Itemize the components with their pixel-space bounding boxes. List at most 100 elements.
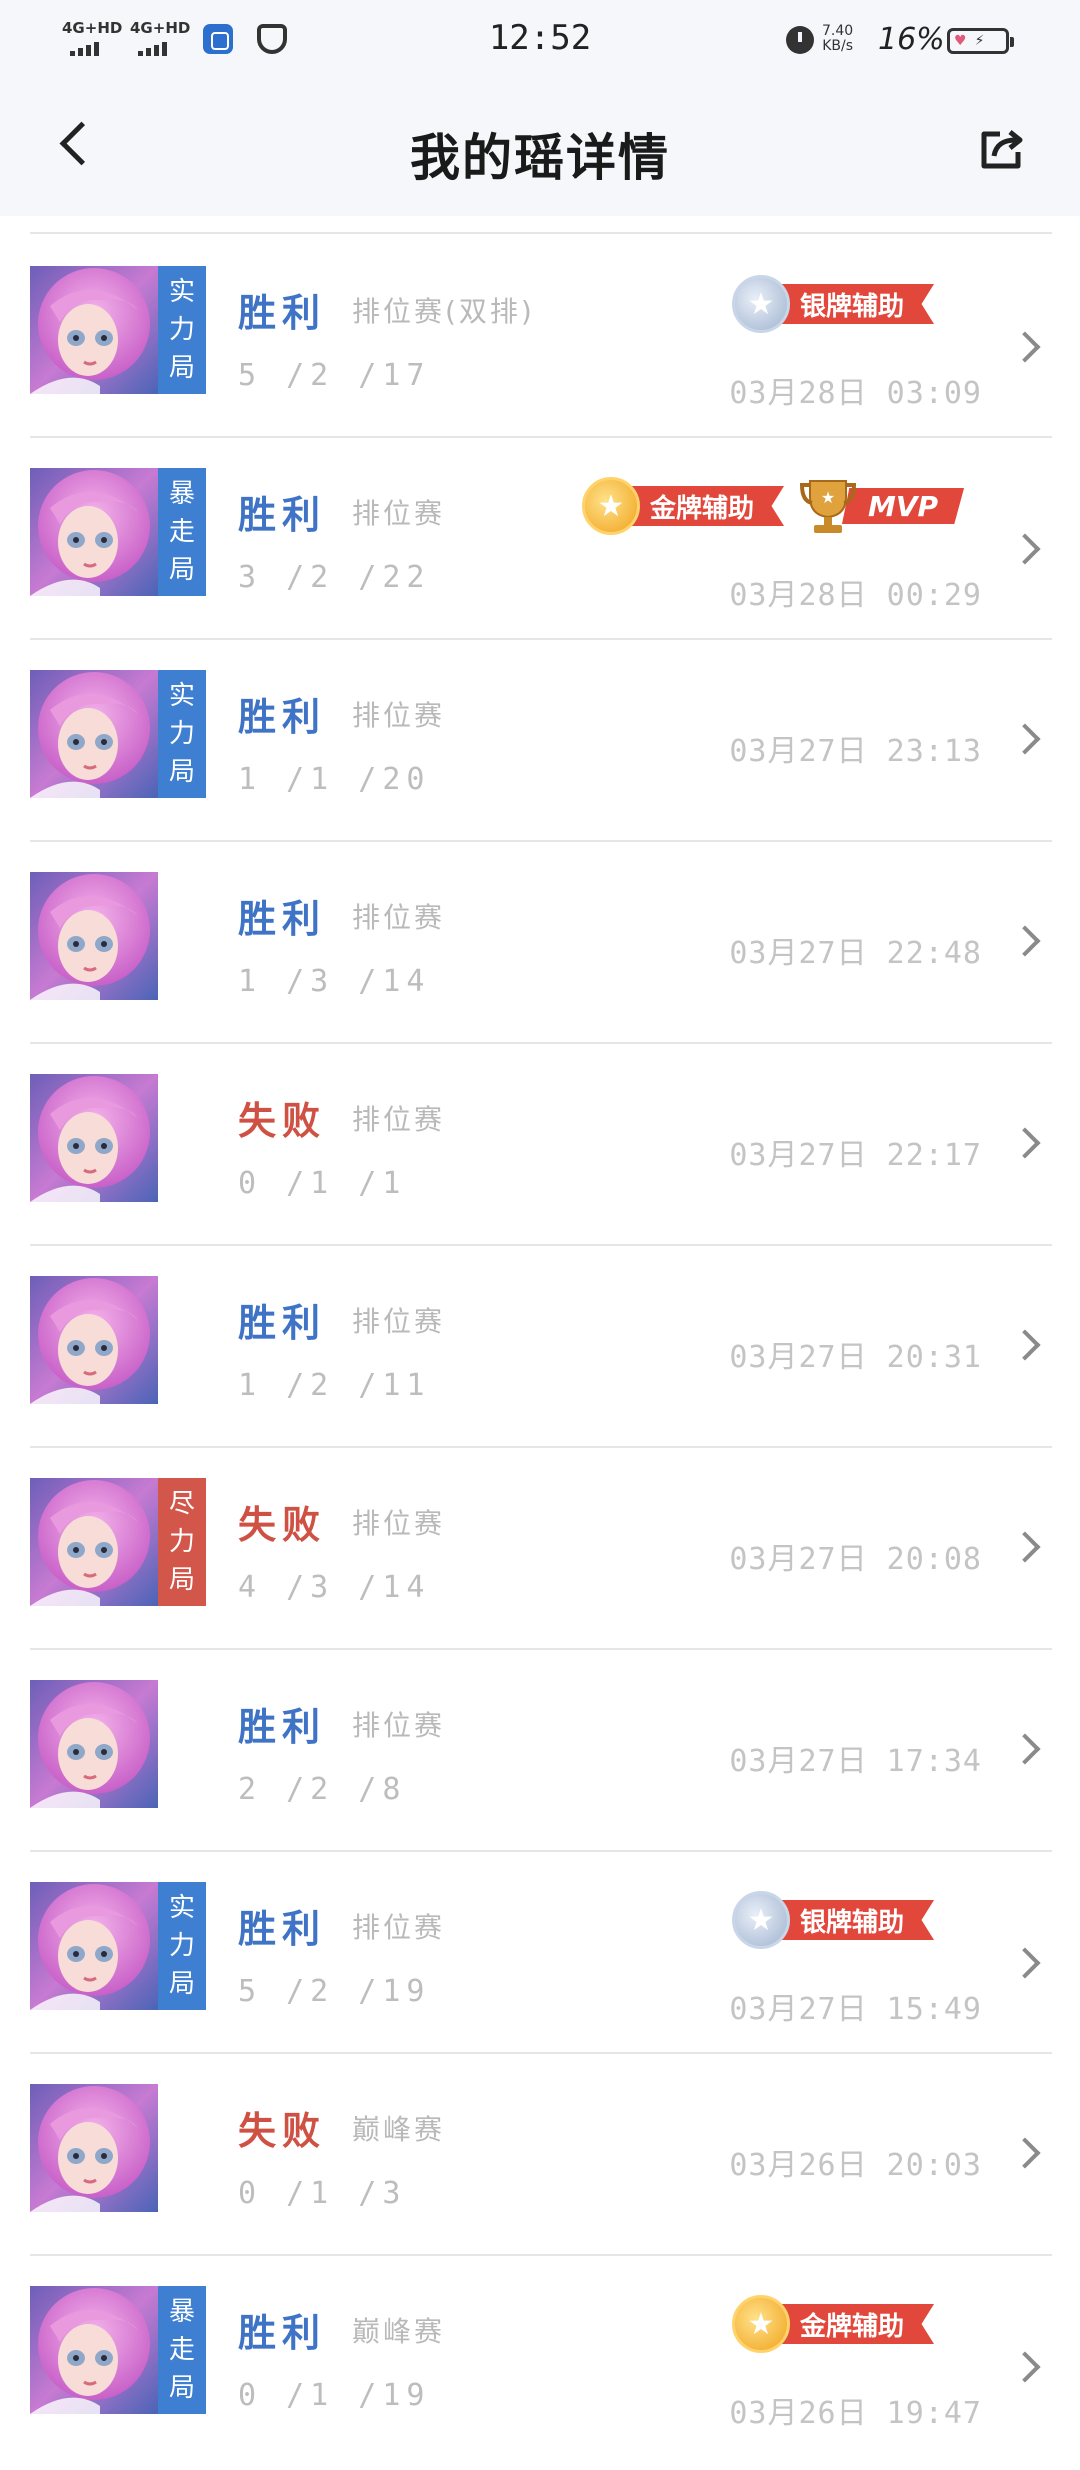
- hero-avatar: [30, 1478, 158, 1606]
- chevron-right-icon[interactable]: [1009, 723, 1041, 755]
- chevron-right-icon[interactable]: [1009, 925, 1041, 957]
- role-badge: ★ 金牌辅助: [582, 477, 785, 535]
- kda: 3 /2 /22: [238, 560, 431, 595]
- chevron-right-icon[interactable]: [1009, 1947, 1041, 1979]
- match-mode: 巅峰赛: [352, 2113, 446, 2146]
- match-quality-tag: 暴走局: [158, 468, 206, 596]
- match-time: 03月26日 19:47: [729, 2396, 982, 2431]
- match-time: 03月28日 03:09: [729, 376, 982, 411]
- match-result: 胜利: [238, 695, 327, 739]
- match-result: 胜利: [238, 897, 327, 941]
- match-mode: 排位赛: [352, 1709, 446, 1742]
- match-result: 胜利: [238, 493, 327, 537]
- share-button[interactable]: [976, 126, 1026, 172]
- match-row[interactable]: 暴走局胜利 巅峰赛 0 /1 /19 03月26日 19:47 ★ 金牌辅助: [0, 2256, 1080, 2457]
- role-badge: ★ 银牌辅助: [732, 275, 935, 333]
- match-mode: 排位赛: [352, 1103, 446, 1136]
- match-row[interactable]: 尽力局失败 排位赛 4 /3 /14 03月27日 20:08: [0, 1448, 1080, 1649]
- chevron-right-icon[interactable]: [1009, 533, 1041, 565]
- star-medal-icon: ★: [582, 477, 640, 535]
- badge-label: 银牌辅助: [778, 284, 935, 324]
- chevron-right-icon[interactable]: [1009, 2351, 1041, 2383]
- match-row[interactable]: 胜利 排位赛 2 /2 /8 03月27日 17:34: [0, 1650, 1080, 1851]
- row-divider: [30, 232, 1052, 234]
- match-result: 胜利: [238, 1705, 327, 1749]
- trophy-icon: ★: [800, 480, 856, 533]
- chevron-right-icon[interactable]: [1009, 1127, 1041, 1159]
- kda: 1 /2 /11: [238, 1368, 431, 1403]
- match-quality-tag: 实力局: [158, 670, 206, 798]
- page-title: 我的瑶详情: [410, 129, 670, 187]
- role-badge: ★ 金牌辅助: [732, 2295, 935, 2353]
- match-time: 03月27日 20:08: [729, 1542, 982, 1577]
- star-medal-icon: ★: [732, 2295, 790, 2353]
- hero-avatar: [30, 1074, 158, 1202]
- match-mode: 排位赛: [352, 901, 446, 934]
- match-mode: 排位赛(双排): [352, 295, 535, 328]
- kda: 4 /3 /14: [238, 1570, 431, 1605]
- match-row[interactable]: 暴走局胜利 排位赛 3 /2 /22 03月28日 00:29 ★ 金牌辅助 ★ MVP: [0, 438, 1080, 639]
- match-row[interactable]: 胜利 排位赛 1 /3 /14 03月27日 22:48: [0, 842, 1080, 1043]
- chevron-right-icon[interactable]: [1009, 1329, 1041, 1361]
- match-result: 胜利: [238, 1301, 327, 1345]
- match-mode: 巅峰赛: [352, 2315, 446, 2348]
- match-time: 03月27日 22:17: [729, 1138, 982, 1173]
- share-icon: [981, 130, 1023, 169]
- match-row[interactable]: 失败 排位赛 0 /1 /1 03月27日 22:17: [0, 1044, 1080, 1245]
- mvp-label: MVP: [842, 488, 965, 524]
- match-result: 失败: [238, 2109, 327, 2153]
- kda: 1 /1 /20: [238, 762, 431, 797]
- badge-label: 金牌辅助: [628, 486, 785, 526]
- mvp-badge: ★ MVP: [800, 476, 965, 536]
- chevron-right-icon[interactable]: [1009, 1531, 1041, 1563]
- star-medal-icon: ★: [732, 1891, 790, 1949]
- network-speed-unit: KB/s: [822, 38, 853, 54]
- match-mode: 排位赛: [352, 1507, 446, 1540]
- hero-avatar: [30, 468, 158, 596]
- match-quality-tag: 实力局: [158, 1882, 206, 2010]
- match-time: 03月27日 15:49: [729, 1992, 982, 2027]
- status-bar: 4G+HD 4G+HD 12:52 7.40 KB/s 16% ♥ ⚡: [0, 0, 1080, 80]
- match-result: 失败: [238, 1099, 327, 1143]
- hero-avatar: [30, 1882, 158, 2010]
- badge-label: 银牌辅助: [778, 1900, 935, 1940]
- hero-avatar: [30, 670, 158, 798]
- match-quality-tag: 尽力局: [158, 1478, 206, 1606]
- badge-label: 金牌辅助: [778, 2304, 935, 2344]
- match-row[interactable]: 实力局胜利 排位赛 5 /2 /19 03月27日 15:49 ★ 银牌辅助: [0, 1852, 1080, 2053]
- kda: 2 /2 /8: [238, 1772, 407, 1807]
- match-result: 胜利: [238, 2311, 327, 2355]
- match-mode: 排位赛: [352, 1305, 446, 1338]
- match-row[interactable]: 失败 巅峰赛 0 /1 /3 03月26日 20:03: [0, 2054, 1080, 2255]
- network-speed-value: 7.40: [822, 23, 854, 39]
- kda: 1 /3 /14: [238, 964, 431, 999]
- match-time: 03月27日 23:13: [729, 734, 982, 769]
- match-time: 03月28日 00:29: [729, 578, 982, 613]
- hero-avatar: [30, 2286, 158, 2414]
- match-quality-tag: 暴走局: [158, 2286, 206, 2414]
- match-row[interactable]: 实力局胜利 排位赛(双排) 5 /2 /17 03月28日 03:09 ★ 银牌辅助: [0, 236, 1080, 437]
- kda: 0 /1 /3: [238, 2176, 407, 2211]
- match-row[interactable]: 胜利 排位赛 1 /2 /11 03月27日 20:31: [0, 1246, 1080, 1447]
- kda: 0 /1 /19: [238, 2378, 431, 2413]
- kda: 5 /2 /19: [238, 1974, 431, 2009]
- match-mode: 排位赛: [352, 1911, 446, 1944]
- match-mode: 排位赛: [352, 699, 446, 732]
- chevron-right-icon[interactable]: [1009, 1733, 1041, 1765]
- match-result: 失败: [238, 1503, 327, 1547]
- match-row[interactable]: 实力局胜利 排位赛 1 /1 /20 03月27日 23:13: [0, 640, 1080, 841]
- match-time: 03月26日 20:03: [729, 2148, 982, 2183]
- match-result: 胜利: [238, 1907, 327, 1951]
- chevron-right-icon[interactable]: [1009, 331, 1041, 363]
- match-result: 胜利: [238, 291, 327, 335]
- chevron-right-icon[interactable]: [1009, 2137, 1041, 2169]
- svg-text:★: ★: [821, 488, 835, 507]
- battery-icon: ♥ ⚡: [947, 28, 1014, 54]
- match-time: 03月27日 17:34: [729, 1744, 982, 1779]
- match-mode: 排位赛: [352, 497, 446, 530]
- star-medal-icon: ★: [732, 275, 790, 333]
- hero-avatar: [30, 872, 158, 1000]
- kda: 0 /1 /1: [238, 1166, 407, 1201]
- battery-percent: 16%: [878, 22, 945, 57]
- match-time: 03月27日 20:31: [729, 1340, 982, 1375]
